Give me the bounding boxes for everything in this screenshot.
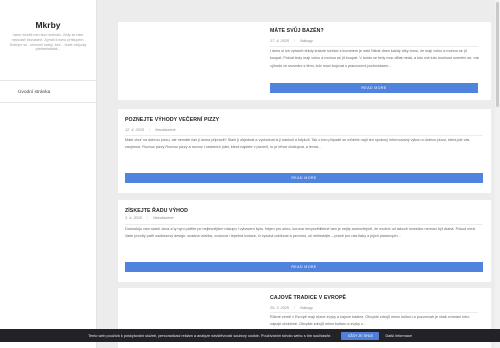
post-meta: 3. 4. 2025/Nezařazené <box>125 216 174 220</box>
post-category[interactable]: Nákupy <box>300 39 313 43</box>
post-meta: 17. 4. 2025/Nákupy <box>270 39 313 43</box>
cookie-text: Tento web používá k poskytování služeb, … <box>88 333 332 338</box>
sidebar: Mkrby Jsem člověk má ráno hodnotu. Vždy … <box>0 0 97 348</box>
scrollbar-thumb[interactable] <box>496 2 499 107</box>
post-card: POZNEJTE VÝHODY VEČERNÍ PIZZY 12. 4. 202… <box>118 109 491 193</box>
post-meta: 12. 4. 2025/Nezařazené <box>125 128 176 132</box>
cookie-accept-button[interactable]: Vždy je shle <box>341 331 380 340</box>
meta-divider <box>125 224 483 225</box>
cookie-more-info-link[interactable]: Další informace <box>385 334 411 338</box>
post-excerpt: I dnes si lze vybavit někdy krásné ložni… <box>270 49 479 68</box>
post-date: 29. 3. 2025 <box>270 306 290 310</box>
post-category[interactable]: Nákupy <box>300 306 313 310</box>
site-description: Jsem člověk má ráno hodnotu. Vždy se nám… <box>9 33 87 52</box>
post-card: MÁTE SVŮJ BAZÉN? 17. 4. 2025/Nákupy I dn… <box>118 22 491 100</box>
post-category[interactable]: Nezařazené <box>153 216 173 220</box>
post-title[interactable]: ZÍSKEJTE ŘADU VÝHOD <box>125 208 188 214</box>
post-excerpt: Dostuduju vám starší okna a ty nyní patř… <box>125 227 476 239</box>
post-title[interactable]: POZNEJTE VÝHODY VEČERNÍ PIZZY <box>125 117 219 123</box>
post-title[interactable]: MÁTE SVŮJ BAZÉN? <box>270 28 324 34</box>
post-card: ZÍSKEJTE ŘADU VÝHOD 3. 4. 2025/Nezařazen… <box>118 200 491 282</box>
post-excerpt: Máte chuť na dobrou pizzu, ale nemáte ča… <box>125 138 470 150</box>
scrollbar[interactable] <box>495 0 500 348</box>
main-content: MÁTE SVŮJ BAZÉN? 17. 4. 2025/Nákupy I dn… <box>118 0 491 348</box>
sidebar-divider <box>0 80 96 81</box>
sidebar-divider <box>0 102 96 103</box>
site-title[interactable]: Mkrby <box>0 20 96 30</box>
read-more-button[interactable]: READ MORE <box>125 173 483 183</box>
post-meta: 29. 3. 2025/Nákupy <box>270 306 313 310</box>
meta-divider <box>125 135 483 136</box>
post-date: 3. 4. 2025 <box>125 216 142 220</box>
read-more-button[interactable]: READ MORE <box>270 83 478 93</box>
post-date: 12. 4. 2025 <box>125 128 145 132</box>
meta-divider <box>270 46 478 47</box>
cookie-consent-bar: Tento web používá k poskytování služeb, … <box>0 329 500 342</box>
post-title[interactable]: CAJOVÉ TRADICE V EVROPĚ <box>270 295 346 301</box>
sidebar-item-home[interactable]: Úvodní stránka <box>18 90 50 95</box>
read-more-button[interactable]: READ MORE <box>125 262 483 272</box>
post-date: 17. 4. 2025 <box>270 39 290 43</box>
post-excerpt: Různé země v Evropě mají různé zvyky a č… <box>270 315 470 327</box>
meta-divider <box>270 312 478 313</box>
post-category[interactable]: Nezařazené <box>155 128 175 132</box>
